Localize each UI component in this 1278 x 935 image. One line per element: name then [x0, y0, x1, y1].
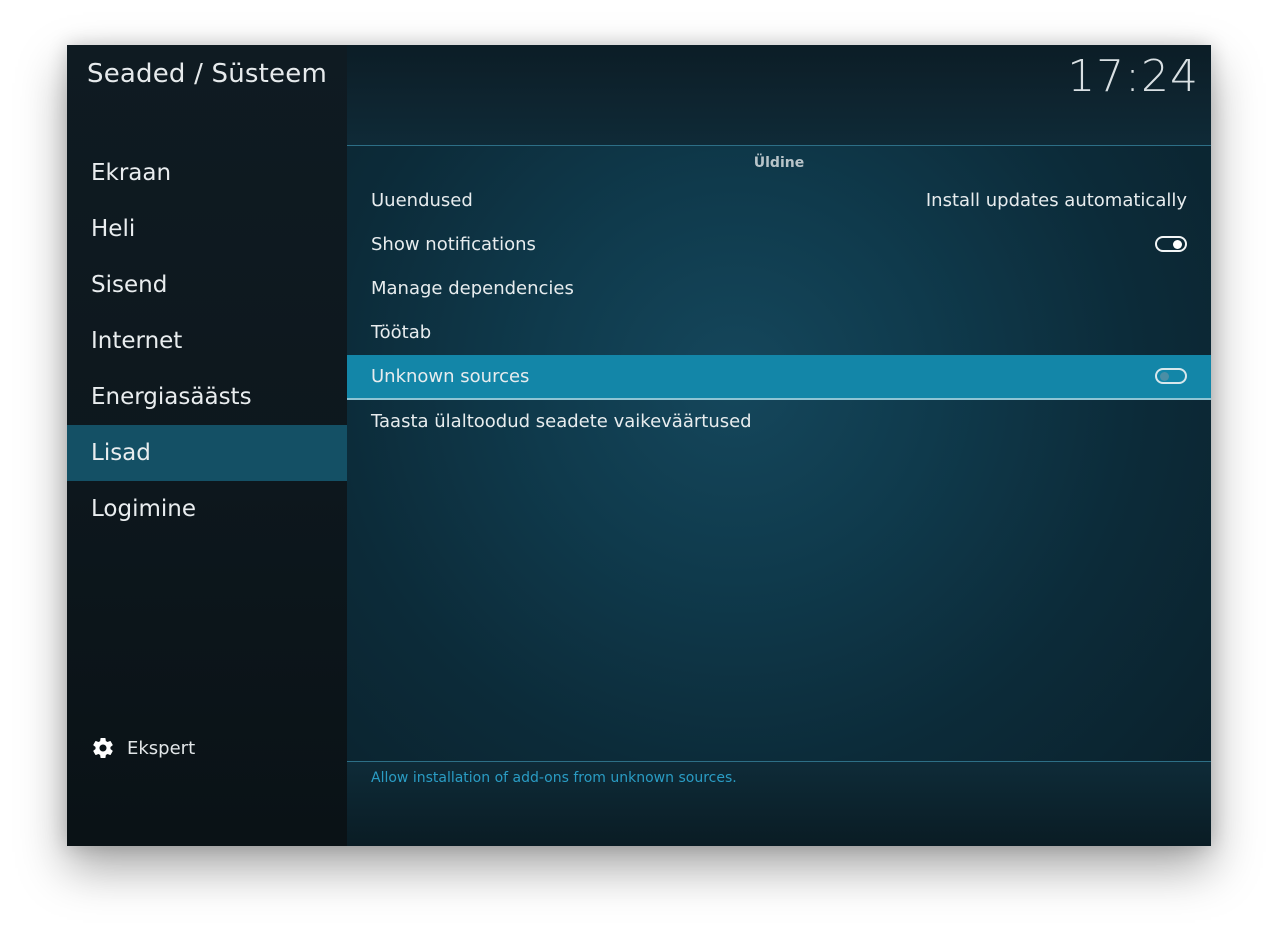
- setting-label: Manage dependencies: [371, 278, 574, 299]
- toggle-switch-off[interactable]: [1155, 368, 1187, 384]
- expert-label: Ekspert: [127, 737, 196, 759]
- setting-running[interactable]: Töötab: [347, 311, 1211, 355]
- sidebar-item-sisend[interactable]: Sisend: [67, 257, 347, 313]
- expert-level-button[interactable]: Ekspert: [91, 736, 195, 760]
- setting-label: Taasta ülaltoodud seadete vaikeväärtused: [371, 411, 752, 432]
- sidebar-nav: Ekraan Heli Sisend Internet Energiasääst…: [67, 145, 347, 537]
- sidebar-item-internet[interactable]: Internet: [67, 313, 347, 369]
- setting-label: Show notifications: [371, 234, 536, 255]
- setting-updates[interactable]: Uuendused Install updates automatically: [347, 179, 1211, 223]
- setting-show-notifications[interactable]: Show notifications: [347, 223, 1211, 267]
- settings-list: Uuendused Install updates automatically …: [347, 179, 1211, 444]
- page-title: Seaded / Süsteem: [87, 59, 327, 89]
- setting-description: Allow installation of add-ons from unkno…: [371, 770, 737, 786]
- sidebar-item-energiasaast[interactable]: Energiasäästs: [67, 369, 347, 425]
- sidebar-item-ekraan[interactable]: Ekraan: [67, 145, 347, 201]
- setting-label: Unknown sources: [371, 366, 530, 387]
- setting-value: Install updates automatically: [925, 190, 1187, 211]
- gear-icon: [93, 738, 113, 758]
- sidebar: Seaded / Süsteem Ekraan Heli Sisend Inte…: [67, 45, 347, 846]
- setting-reset-defaults[interactable]: Taasta ülaltoodud seadete vaikeväärtused: [347, 400, 1211, 444]
- setting-manage-dependencies[interactable]: Manage dependencies: [347, 267, 1211, 311]
- setting-unknown-sources[interactable]: Unknown sources: [347, 355, 1211, 400]
- footer: Allow installation of add-ons from unkno…: [347, 762, 1211, 846]
- sidebar-item-heli[interactable]: Heli: [67, 201, 347, 257]
- setting-label: Töötab: [371, 322, 432, 343]
- toggle-switch-on[interactable]: [1155, 236, 1187, 252]
- toggle-knob: [1173, 240, 1182, 249]
- settings-window: Seaded / Süsteem Ekraan Heli Sisend Inte…: [67, 45, 1211, 846]
- clock: 17:24: [1067, 51, 1199, 102]
- top-bar: 17:24: [347, 45, 1211, 146]
- main-panel: 17:24 Üldine Uuendused Install updates a…: [347, 45, 1211, 846]
- sidebar-item-lisad[interactable]: Lisad: [67, 425, 347, 481]
- toggle-knob: [1160, 372, 1169, 381]
- section-title: Üldine: [753, 155, 805, 171]
- sidebar-item-logimine[interactable]: Logimine: [67, 481, 347, 537]
- setting-label: Uuendused: [371, 190, 473, 211]
